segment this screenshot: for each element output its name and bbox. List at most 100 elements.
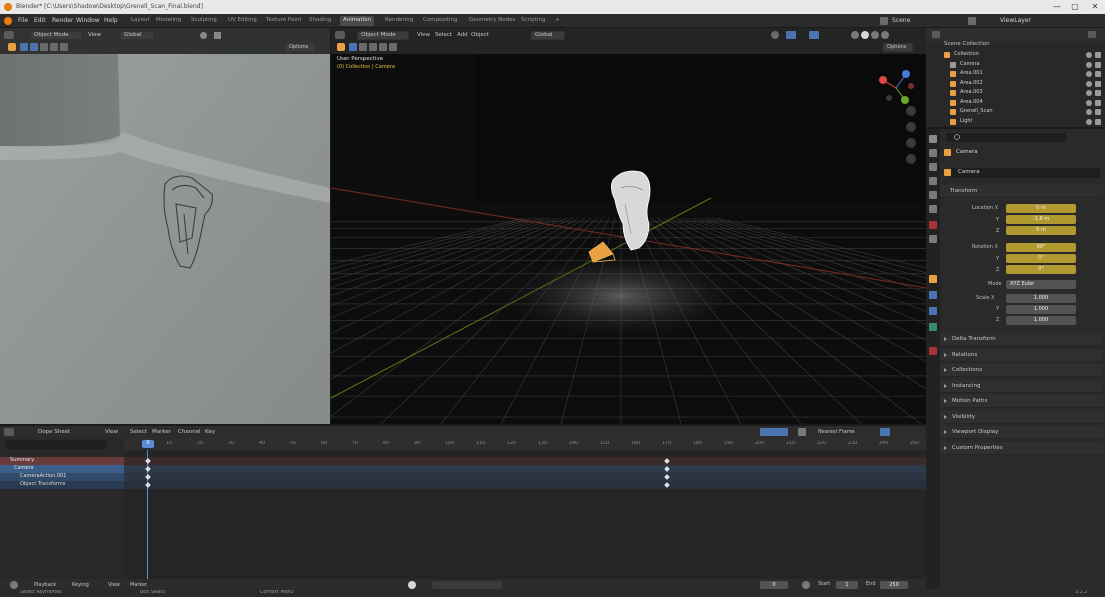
visibility-eye-icon[interactable] (1086, 52, 1092, 58)
view-menu[interactable]: View (108, 582, 120, 588)
snap-icon[interactable] (200, 32, 207, 39)
property-section-header[interactable]: Instancing (940, 379, 1103, 393)
center-menu-view[interactable]: View (417, 32, 430, 38)
outliner-row[interactable]: Grenell_Scan (926, 108, 1105, 117)
property-section-header[interactable]: Custom Properties (940, 441, 1103, 455)
current-frame-indicator[interactable]: 0 (142, 440, 154, 448)
left-3d-viewport[interactable]: Object Mode View Global Options (0, 28, 330, 424)
channel-search-field[interactable] (6, 440, 106, 449)
select-invert-icon[interactable] (50, 43, 58, 51)
proportional-edit-icon[interactable] (880, 428, 890, 436)
shading-rendered-icon[interactable] (881, 31, 889, 39)
playback-menu[interactable]: Playback (34, 582, 56, 588)
center-menu-object[interactable]: Object (471, 32, 489, 38)
select-invert-icon[interactable] (379, 43, 387, 51)
workspace-tab-scripting[interactable]: Scripting (518, 16, 548, 26)
center-options-dropdown[interactable]: Options (883, 43, 913, 52)
visibility-eye-icon[interactable] (1086, 71, 1092, 77)
only-selected-toggle[interactable] (760, 428, 788, 436)
outliner-editor-icon[interactable] (932, 31, 940, 38)
render-camera-icon[interactable] (1095, 61, 1101, 68)
zoom-icon[interactable] (906, 106, 916, 116)
proportional-icon[interactable] (214, 32, 221, 39)
camera-action-channel[interactable]: CameraAction.001 (0, 473, 124, 481)
render-camera-icon[interactable] (1095, 90, 1101, 96)
tool-tab-icon[interactable] (929, 135, 937, 143)
property-section-header[interactable]: Visibility (940, 410, 1103, 424)
select-extend-icon[interactable] (30, 43, 38, 51)
close-button[interactable]: ✕ (1088, 2, 1102, 12)
render-camera-icon[interactable] (1095, 109, 1101, 115)
outliner-row[interactable]: Camera (926, 61, 1105, 70)
workspace-tab-animation[interactable]: Animation (340, 16, 375, 26)
workspace-tab-compositing[interactable]: Compositing (420, 16, 460, 26)
snap-mode-dropdown[interactable]: Nearest Frame (818, 429, 855, 435)
current-frame-field[interactable]: 0 (760, 581, 788, 589)
location-x-field[interactable]: 0 m (1006, 204, 1076, 213)
workspace-tab-shading[interactable]: Shading (306, 16, 334, 26)
menu-edit[interactable]: Edit (34, 17, 46, 24)
visibility-eye-icon[interactable] (1086, 109, 1092, 115)
timeline-editor-icon[interactable] (10, 581, 18, 589)
workspace-tab-uv-editing[interactable]: UV Editing (225, 16, 260, 26)
property-section-header[interactable]: Motion Paths (940, 395, 1103, 408)
visibility-eye-icon[interactable] (1086, 118, 1092, 125)
output-tab-icon[interactable] (929, 163, 937, 171)
ds-menu-channel[interactable]: Channel (178, 429, 201, 435)
filter-icon[interactable] (1088, 31, 1096, 38)
texture-tab-icon[interactable] (929, 347, 937, 355)
scene-tab-icon[interactable] (929, 191, 937, 199)
editor-type-icon[interactable] (4, 31, 14, 39)
editor-type-icon[interactable] (335, 31, 345, 39)
scale-y-field[interactable]: 1.000 (1006, 305, 1076, 314)
ds-menu-view[interactable]: View (105, 429, 118, 435)
outliner-row[interactable]: Area.004 (926, 99, 1105, 108)
view-layer-tab-icon[interactable] (929, 177, 937, 185)
shading-material-icon[interactable] (871, 31, 879, 39)
visibility-icon[interactable] (771, 31, 779, 39)
render-camera-icon[interactable] (1095, 52, 1101, 58)
render-camera-icon[interactable] (1095, 80, 1101, 87)
menu-render[interactable]: Render (52, 17, 73, 24)
properties-search-field[interactable] (946, 133, 1066, 142)
scene-selector[interactable]: Scene (892, 17, 910, 24)
physics-tab-icon[interactable] (929, 291, 937, 299)
left-orientation-dropdown[interactable]: Global (120, 31, 154, 40)
left-mode-dropdown[interactable]: Object Mode (30, 31, 82, 40)
workspace-tab-modeling[interactable]: Modeling (153, 16, 184, 26)
start-frame-field[interactable]: 1 (836, 581, 858, 589)
camera-channel[interactable]: Camera (0, 465, 124, 473)
ds-menu-marker[interactable]: Marker (152, 429, 171, 435)
scale-z-field[interactable]: 1.000 (1006, 316, 1076, 325)
keying-menu[interactable]: Keying (72, 582, 89, 588)
outliner-row[interactable]: Area.003 (926, 89, 1105, 98)
visibility-eye-icon[interactable] (1086, 99, 1092, 106)
blender-menu-icon[interactable] (4, 17, 12, 25)
filter-icon[interactable] (798, 428, 806, 436)
data-tab-icon[interactable] (929, 323, 937, 331)
select-extend-icon[interactable] (359, 43, 367, 51)
select-box-icon[interactable] (349, 43, 357, 51)
dope-sheet-editor-type-icon[interactable] (4, 428, 14, 436)
select-intersect-icon[interactable] (60, 43, 68, 51)
render-camera-icon[interactable] (1095, 99, 1101, 106)
playback-controls[interactable] (432, 581, 502, 589)
select-box-icon[interactable] (20, 43, 28, 51)
maximize-button[interactable]: ▢ (1068, 2, 1082, 12)
scale-x-field[interactable]: 1.000 (1006, 294, 1076, 303)
camera-view-icon[interactable] (906, 138, 916, 148)
location-y-field[interactable]: -1.8 m (1006, 215, 1076, 224)
add-workspace-button[interactable]: + (552, 16, 563, 26)
collection-tab-icon[interactable] (929, 221, 937, 229)
shading-wireframe-icon[interactable] (851, 31, 859, 39)
pan-icon[interactable] (906, 122, 916, 132)
outliner-row[interactable]: Collection (926, 51, 1105, 60)
property-section-header[interactable]: Viewport Display (940, 426, 1103, 439)
object-transforms-channel[interactable]: Object Transforms (0, 481, 124, 489)
outliner-scene-collection[interactable]: Scene Collection (944, 41, 990, 51)
transform-panel-header[interactable]: Transform (940, 185, 1103, 198)
object-properties-tab-icon[interactable] (929, 275, 937, 283)
visibility-eye-icon[interactable] (1086, 90, 1092, 96)
select-subtract-icon[interactable] (40, 43, 48, 51)
property-section-header[interactable]: Collections (940, 364, 1103, 377)
